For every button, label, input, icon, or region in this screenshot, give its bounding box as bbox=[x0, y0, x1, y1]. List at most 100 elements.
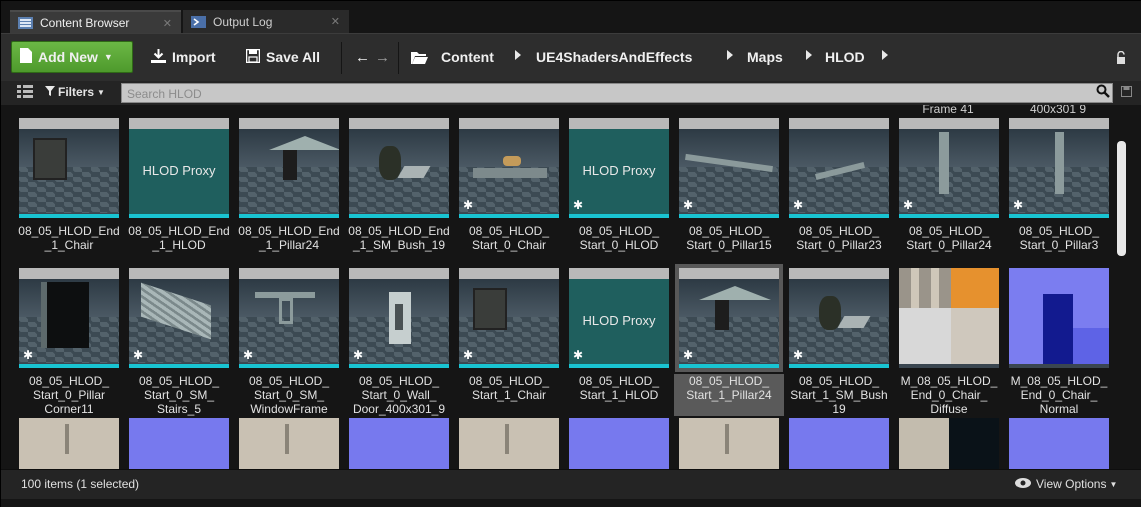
tab-content-browser[interactable]: Content Browser ✕ bbox=[10, 10, 181, 33]
asset-type-bar bbox=[899, 214, 999, 218]
asset-label[interactable]: 08_05_HLOD_ Start_0_Pillar3 bbox=[1004, 224, 1113, 266]
asset-type-bar bbox=[239, 364, 339, 368]
asset-thumbnail[interactable]: ✱ bbox=[459, 268, 559, 368]
lock-icon[interactable] bbox=[1116, 41, 1126, 73]
view-options-button[interactable]: View Options ▼ bbox=[1015, 477, 1117, 491]
tab-output-log[interactable]: Output Log ✕ bbox=[183, 10, 349, 33]
search-input[interactable]: Search HLOD bbox=[121, 83, 1113, 103]
asset-label[interactable]: 08_05_HLOD_ Start_1_HLOD bbox=[564, 374, 674, 416]
breadcrumb-ue4shadersandeffects[interactable]: UE4ShadersAndEffects bbox=[536, 41, 692, 73]
asset-thumbnail[interactable] bbox=[349, 418, 449, 469]
thumbnail-header bbox=[129, 118, 229, 129]
asset-label[interactable]: 08_05_HLOD_ Start_0_SM_ Stairs_5 bbox=[124, 374, 234, 416]
search-icon[interactable] bbox=[1096, 84, 1110, 101]
forward-arrow-icon[interactable]: → bbox=[375, 41, 390, 73]
thumbnail-header bbox=[569, 268, 669, 279]
asset-thumbnail[interactable]: ✱ bbox=[129, 268, 229, 368]
thumbnail-floor bbox=[679, 317, 779, 363]
asset-thumbnail[interactable]: ✱ bbox=[789, 268, 889, 368]
star-icon: ✱ bbox=[353, 348, 364, 362]
breadcrumb-content[interactable]: Content bbox=[441, 41, 494, 73]
asset-thumbnail[interactable] bbox=[19, 418, 119, 469]
breadcrumb-hlod[interactable]: HLOD bbox=[825, 41, 865, 73]
thumbnail-header bbox=[349, 118, 449, 129]
asset-label[interactable]: 08_05_HLOD_ Start_0_Chair bbox=[454, 224, 564, 266]
asset-thumbnail[interactable] bbox=[569, 418, 669, 469]
asset-thumbnail[interactable] bbox=[899, 268, 999, 368]
save-search-icon[interactable] bbox=[1121, 86, 1132, 100]
star-icon: ✱ bbox=[243, 348, 254, 362]
sources-panel-toggle-icon[interactable] bbox=[17, 85, 33, 102]
star-icon: ✱ bbox=[793, 198, 804, 212]
asset-thumbnail[interactable] bbox=[349, 118, 449, 218]
asset-thumbnail[interactable]: ✱ bbox=[899, 118, 999, 218]
close-icon[interactable]: ✕ bbox=[331, 15, 340, 28]
tab-label: Content Browser bbox=[40, 15, 130, 30]
breadcrumb-maps[interactable]: Maps bbox=[747, 41, 783, 73]
asset-label[interactable]: 08_05_HLOD_End _1_HLOD bbox=[124, 224, 234, 266]
asset-label[interactable]: 08_05_HLOD_End _1_SM_Bush_19 bbox=[344, 224, 454, 266]
asset-label[interactable]: 08_05_HLOD_ Start_0_Pillar24 bbox=[894, 224, 1004, 266]
toolbar: Add New ▼ Import Save All ← → Content UE… bbox=[1, 33, 1141, 81]
asset-label[interactable]: M_08_05_HLOD_ End_0_Chair_ Diffuse bbox=[894, 374, 1004, 416]
scrollbar-thumb[interactable] bbox=[1117, 141, 1126, 256]
asset-label[interactable]: 08_05_HLOD_ Start_0_Wall_ Door_400x301_9 bbox=[344, 374, 454, 416]
asset-label[interactable]: 08_05_HLOD_ Start_1_Chair bbox=[454, 374, 564, 416]
asset-label[interactable]: 08_05_HLOD_ Start_1_Pillar24 bbox=[674, 374, 784, 416]
asset-thumbnail[interactable] bbox=[19, 118, 119, 218]
toolbar-divider bbox=[341, 42, 342, 74]
asset-thumbnail[interactable]: ✱ bbox=[459, 118, 559, 218]
asset-label[interactable]: 08_05_HLOD_ Start_0_Pillar23 bbox=[784, 224, 894, 266]
save-all-button[interactable]: Save All bbox=[238, 41, 328, 73]
folder-open-icon bbox=[411, 41, 428, 73]
back-arrow-icon[interactable]: ← bbox=[355, 41, 370, 73]
asset-label[interactable]: 08_05_HLOD_ Start_0_Pillar Corner11 bbox=[14, 374, 124, 416]
asset-thumbnail[interactable]: HLOD Proxy ✱ bbox=[569, 268, 669, 368]
asset-label[interactable]: 08_05_HLOD_ Start_0_HLOD bbox=[564, 224, 674, 266]
content-browser-window: Content Browser ✕ Output Log ✕ Add New ▼… bbox=[0, 0, 1141, 507]
asset-label[interactable]: 08_05_HLOD_End _1_Pillar24 bbox=[234, 224, 344, 266]
asset-thumbnail[interactable] bbox=[1009, 418, 1109, 469]
asset-type-bar bbox=[349, 214, 449, 218]
asset-thumbnail[interactable]: ✱ bbox=[679, 268, 779, 368]
thumbnail-header bbox=[679, 268, 779, 279]
asset-thumbnail[interactable] bbox=[459, 418, 559, 469]
asset-thumbnail[interactable] bbox=[679, 418, 779, 469]
asset-type-bar bbox=[679, 214, 779, 218]
asset-thumbnail[interactable]: HLOD Proxy ✱ bbox=[569, 118, 669, 218]
breadcrumb-arrow-icon[interactable] bbox=[882, 50, 888, 60]
asset-thumbnail[interactable] bbox=[1009, 268, 1109, 368]
breadcrumb-arrow-icon[interactable] bbox=[727, 50, 733, 60]
breadcrumb-arrow-icon[interactable] bbox=[515, 50, 521, 60]
proxy-text: HLOD Proxy bbox=[582, 313, 656, 328]
asset-label[interactable]: 08_05_HLOD_End _1_Chair bbox=[14, 224, 124, 266]
asset-thumbnail[interactable] bbox=[239, 118, 339, 218]
asset-thumbnail[interactable]: ✱ bbox=[19, 268, 119, 368]
star-icon: ✱ bbox=[573, 348, 584, 362]
filter-icon bbox=[45, 85, 55, 99]
asset-thumbnail[interactable] bbox=[899, 418, 999, 469]
import-button[interactable]: Import bbox=[143, 41, 224, 73]
chevron-down-icon: ▼ bbox=[1109, 479, 1118, 489]
asset-thumbnail[interactable]: ✱ bbox=[789, 118, 889, 218]
asset-type-bar bbox=[569, 214, 669, 218]
asset-thumbnail[interactable] bbox=[789, 418, 889, 469]
asset-thumbnail[interactable]: ✱ bbox=[239, 268, 339, 368]
star-icon: ✱ bbox=[683, 198, 694, 212]
add-new-button[interactable]: Add New ▼ bbox=[11, 41, 133, 73]
content-browser-icon bbox=[18, 16, 33, 29]
asset-thumbnail[interactable] bbox=[129, 418, 229, 469]
asset-label[interactable]: 08_05_HLOD_ Start_0_SM_ WindowFrame bbox=[234, 374, 344, 416]
tab-strip: Content Browser ✕ Output Log ✕ bbox=[1, 1, 1141, 33]
close-icon[interactable]: ✕ bbox=[163, 17, 172, 30]
asset-thumbnail[interactable]: ✱ bbox=[1009, 118, 1109, 218]
asset-label[interactable]: M_08_05_HLOD_ End_0_Chair_ Normal bbox=[1004, 374, 1113, 416]
asset-label[interactable]: 08_05_HLOD_ Start_1_SM_Bush 19 bbox=[784, 374, 894, 416]
asset-thumbnail[interactable]: HLOD Proxy bbox=[129, 118, 229, 218]
asset-label[interactable]: 08_05_HLOD_ Start_0_Pillar15 bbox=[674, 224, 784, 266]
asset-thumbnail[interactable]: ✱ bbox=[679, 118, 779, 218]
asset-thumbnail[interactable] bbox=[239, 418, 339, 469]
asset-thumbnail[interactable]: ✱ bbox=[349, 268, 449, 368]
filters-dropdown[interactable]: Filters ▼ bbox=[45, 85, 105, 99]
breadcrumb-arrow-icon[interactable] bbox=[806, 50, 812, 60]
